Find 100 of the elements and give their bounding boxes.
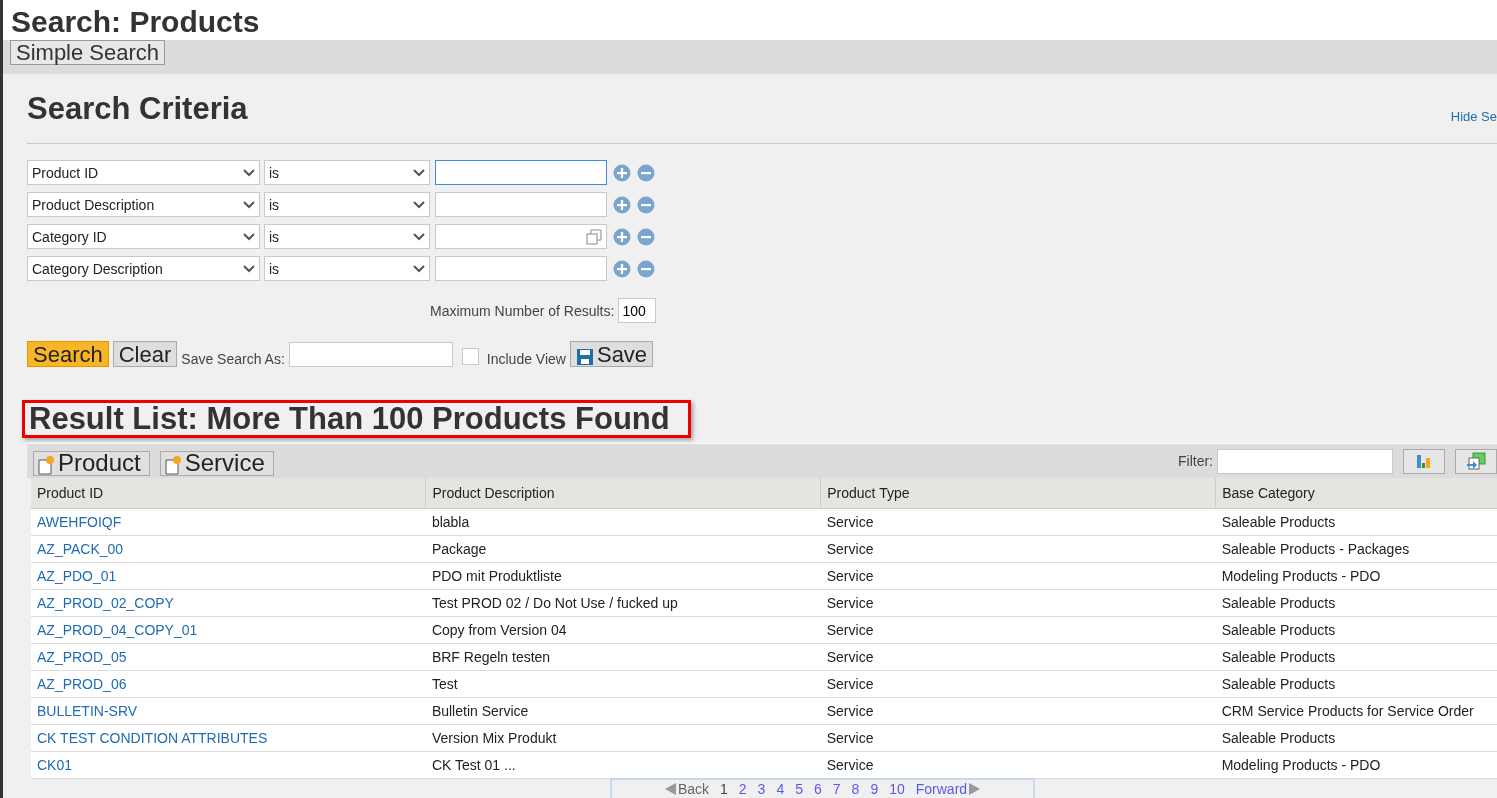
export-button[interactable] — [1455, 448, 1497, 474]
field-select[interactable]: Category Description — [27, 256, 260, 281]
table-cell: Service — [820, 535, 1216, 563]
value-field[interactable] — [435, 192, 607, 217]
chevron-down-icon — [243, 264, 255, 273]
product-id-link[interactable]: CK01 — [37, 757, 73, 773]
product-id-link[interactable]: AZ_PROD_05 — [37, 649, 127, 665]
triangle-left-icon — [664, 783, 676, 795]
value-field[interactable] — [435, 160, 607, 185]
export-table-icon — [1466, 452, 1486, 470]
product-id-link[interactable]: AZ_PROD_02_COPY — [37, 595, 174, 611]
page-link[interactable]: 4 — [776, 781, 785, 797]
table-cell: Bulletin Service — [425, 697, 821, 725]
table-cell: Test PROD 02 / Do Not Use / fucked up — [425, 589, 821, 617]
page-link[interactable]: 10 — [889, 781, 905, 797]
save-search-field[interactable] — [288, 342, 453, 367]
plus-icon[interactable] — [613, 259, 631, 278]
page-link[interactable]: 8 — [851, 781, 860, 797]
product-id-link[interactable]: CK TEST CONDITION ATTRIBUTES — [37, 730, 268, 746]
hide-link[interactable]: Hide Se — [1450, 109, 1497, 124]
table-cell: Service — [820, 508, 1216, 536]
page-link[interactable]: 5 — [795, 781, 803, 797]
page-link[interactable]: 1 — [720, 781, 728, 797]
new-item-button[interactable]: Product — [33, 451, 150, 476]
table-cell: PDO mit Produktliste — [425, 562, 821, 590]
product-id-link[interactable]: AWEHFOIQF — [37, 514, 122, 530]
table-cell: CK Test 01 ... — [425, 751, 821, 779]
operator-select[interactable]: is — [264, 256, 430, 281]
table-cell: Service — [820, 562, 1216, 590]
chevron-down-icon — [243, 232, 255, 241]
page-title: Search: Products — [3, 0, 1497, 40]
column-header[interactable]: Product ID — [31, 478, 426, 509]
page-link[interactable]: 2 — [738, 781, 747, 797]
table-cell: Version Mix Produkt — [425, 724, 821, 752]
filter-label: Filter: — [1178, 453, 1213, 469]
include-view-checkbox[interactable] — [461, 348, 479, 365]
chevron-down-icon — [243, 200, 255, 209]
field-select[interactable]: Category ID — [27, 224, 260, 249]
new-item-button[interactable]: Service — [159, 451, 274, 476]
bar-chart-icon — [1415, 453, 1433, 469]
new-document-icon — [38, 455, 56, 475]
table-cell: Saleable Products — [1215, 643, 1497, 671]
save-button[interactable]: Save — [569, 341, 654, 367]
product-id-link[interactable]: AZ_PDO_01 — [37, 568, 117, 584]
field-select[interactable]: Product ID — [27, 160, 260, 185]
table-cell: Service — [820, 670, 1216, 698]
forward-link[interactable]: Forward — [915, 781, 981, 797]
page-link[interactable]: 9 — [870, 781, 879, 797]
table-cell: Package — [425, 535, 821, 563]
table-cell: Saleable Products - Packages — [1215, 535, 1497, 563]
table-cell: Saleable Products — [1215, 616, 1497, 644]
chart-button[interactable] — [1403, 448, 1445, 474]
product-id-link[interactable]: AZ_PROD_06 — [37, 676, 127, 692]
operator-select[interactable]: is — [264, 224, 430, 249]
table-cell: Saleable Products — [1215, 670, 1497, 698]
minus-icon[interactable] — [637, 259, 655, 278]
tab[interactable]: Simple Search — [10, 40, 166, 65]
page-link[interactable]: 3 — [757, 781, 766, 797]
minus-icon[interactable] — [637, 163, 655, 182]
table-cell: Copy from Version 04 — [425, 616, 821, 644]
product-id-link[interactable]: AZ_PROD_04_COPY_01 — [37, 622, 198, 638]
table-cell: Saleable Products — [1215, 724, 1497, 752]
plus-icon[interactable] — [613, 227, 631, 246]
include-view-label: Include View — [486, 351, 566, 367]
back-link[interactable]: Back — [664, 781, 709, 797]
product-id-link[interactable]: BULLETIN-SRV — [37, 703, 138, 719]
table-cell: Service — [820, 643, 1216, 671]
new-document-icon — [164, 455, 183, 475]
chevron-down-icon — [413, 168, 425, 177]
table-cell: Service — [820, 616, 1216, 644]
clear-button[interactable]: Clear — [112, 341, 178, 367]
chevron-down-icon — [243, 168, 255, 177]
filter-field[interactable] — [1217, 448, 1393, 474]
triangle-right-icon — [969, 783, 981, 795]
table-cell: Service — [820, 751, 1216, 779]
column-header[interactable]: Base Category — [1215, 478, 1497, 509]
value-field[interactable] — [435, 256, 607, 281]
chevron-down-icon — [413, 232, 425, 241]
table-cell: Test — [425, 670, 821, 698]
table-cell: CRM Service Products for Service Order — [1215, 697, 1497, 725]
max-results-field[interactable]: 100 — [618, 298, 657, 323]
result-heading: Result List: More Than 100 Products Found — [22, 400, 691, 438]
minus-icon[interactable] — [637, 227, 655, 246]
product-id-link[interactable]: AZ_PACK_00 — [37, 541, 124, 557]
column-header[interactable]: Product Description — [425, 478, 821, 509]
table-cell: Modeling Products - PDO — [1215, 562, 1497, 590]
search-button[interactable]: Search — [27, 341, 109, 367]
page-link[interactable]: 6 — [814, 781, 822, 797]
value-help-icon[interactable] — [586, 228, 602, 245]
field-select[interactable]: Product Description — [27, 192, 260, 217]
operator-select[interactable]: is — [264, 160, 430, 185]
save-search-label: Save Search As: — [181, 351, 285, 367]
value-field[interactable] — [435, 224, 607, 249]
section-heading: Search Criteria — [27, 90, 248, 127]
plus-icon[interactable] — [613, 195, 631, 214]
plus-icon[interactable] — [613, 163, 631, 182]
operator-select[interactable]: is — [264, 192, 430, 217]
page-link[interactable]: 7 — [832, 781, 841, 797]
minus-icon[interactable] — [637, 195, 655, 214]
column-header[interactable]: Product Type — [820, 478, 1216, 509]
